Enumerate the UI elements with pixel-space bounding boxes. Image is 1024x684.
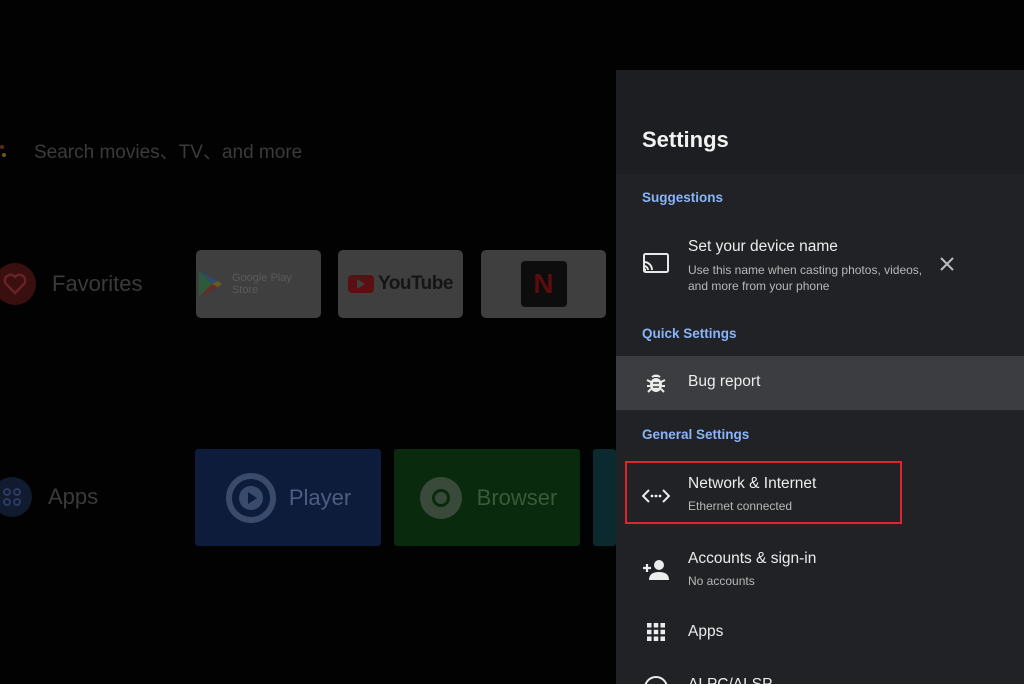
bug-report-label: Bug report (688, 373, 761, 390)
quick-settings-section-label: Quick Settings (642, 326, 737, 341)
settings-header (616, 70, 1024, 174)
suggestion-title: Set your device name (688, 238, 838, 255)
netflix-tile[interactable]: N (481, 250, 606, 318)
suggestions-section-label: Suggestions (642, 190, 724, 205)
cast-icon (642, 250, 670, 278)
suggestion-subtitle-2: and more from your phone (688, 279, 830, 293)
apps-settings-label: Apps (688, 623, 724, 640)
youtube-play-icon (348, 275, 375, 293)
youtube-label: YouTube (378, 273, 453, 294)
accounts-signin-item[interactable]: Accounts & sign-in No accounts (616, 540, 1024, 602)
netflix-letter: N (533, 268, 554, 299)
chrome-icon (419, 476, 462, 519)
hdmi-circle-icon (642, 674, 670, 684)
set-device-name-suggestion[interactable]: Set your device name Use this name when … (616, 230, 1024, 300)
apps-grid-small-icon (642, 618, 670, 646)
google-play-store-tile[interactable]: Google Play Store (196, 250, 321, 318)
player-tile[interactable]: Player (195, 449, 381, 546)
heart-icon (0, 263, 36, 305)
settings-panel: Settings Suggestions Set your device nam… (616, 70, 1024, 684)
player-label: Player (288, 484, 352, 510)
accounts-status: No accounts (688, 574, 755, 588)
search-placeholder: Search movies、TV、and more (34, 141, 303, 163)
accounts-title: Accounts & sign-in (688, 550, 817, 567)
youtube-tile[interactable]: YouTube (338, 250, 463, 318)
apps-row-label: Apps (0, 477, 98, 517)
browser-tile[interactable]: Browser (394, 449, 580, 546)
favorites-label: Favorites (52, 271, 143, 296)
bug-icon (642, 369, 670, 397)
google-play-icon (198, 271, 222, 297)
search-bar[interactable]: Search movies、TV、and more (0, 132, 302, 168)
dismiss-close-icon[interactable] (938, 255, 958, 275)
network-highlight-annotation (625, 461, 902, 524)
alpc-alsp-label: ALPC/ALSP (688, 676, 772, 684)
favorites-row-label: Favorites (0, 263, 142, 305)
add-person-icon (642, 556, 670, 584)
google-play-label: Google Play Store (231, 272, 292, 296)
general-settings-section-label: General Settings (642, 427, 750, 442)
browser-label: Browser (476, 484, 558, 510)
netflix-logo-icon: N (520, 261, 567, 307)
apps-grid-icon (0, 477, 32, 517)
apps-settings-item[interactable]: Apps (616, 614, 1024, 650)
bug-report-item[interactable]: Bug report (616, 356, 1024, 410)
alpc-alsp-item[interactable]: ALPC/ALSP (616, 672, 1024, 684)
assistant-icon (0, 141, 8, 159)
player-icon (225, 472, 276, 523)
partial-app-tile[interactable] (593, 449, 616, 546)
apps-label: Apps (48, 484, 99, 509)
suggestion-subtitle-1: Use this name when casting photos, video… (688, 263, 923, 277)
settings-title: Settings (642, 127, 729, 152)
